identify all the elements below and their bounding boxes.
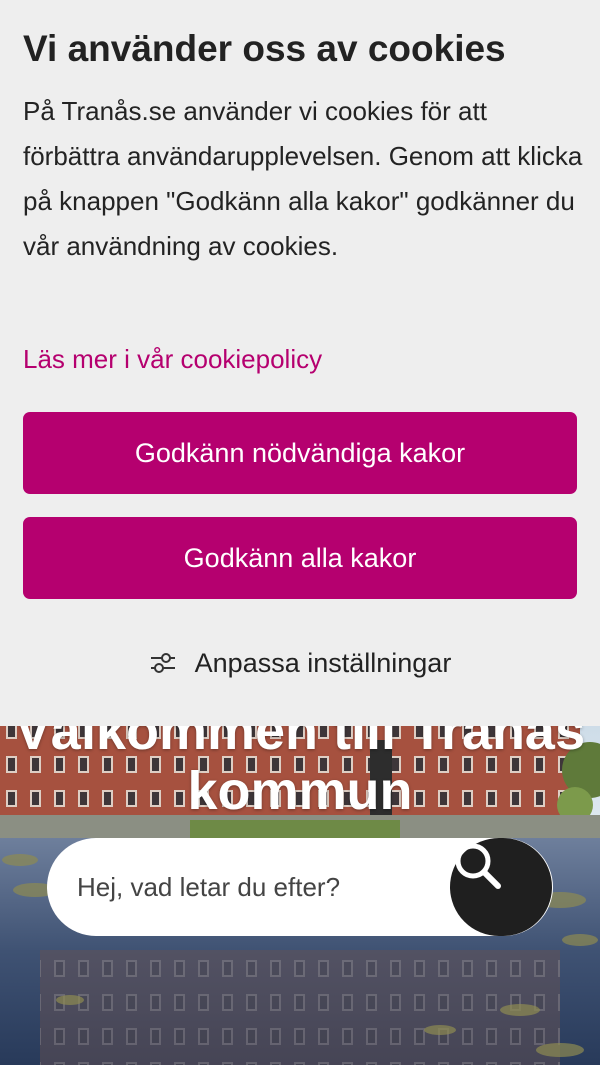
- hero-title-line2: kommun: [187, 761, 413, 821]
- accept-necessary-cookies-button[interactable]: Godkänn nödvändiga kakor: [23, 412, 577, 494]
- cookie-title: Vi använder oss av cookies: [23, 28, 506, 69]
- cookie-description: På Tranås.se använder vi cookies för att…: [23, 96, 583, 261]
- cookie-consent-dialog: Vi använder oss av cookies På Tranås.se …: [0, 0, 600, 726]
- search-bar: [47, 838, 553, 936]
- sliders-icon: [149, 650, 177, 676]
- customize-settings-button[interactable]: Anpassa inställningar: [0, 640, 600, 686]
- search-button[interactable]: [450, 838, 552, 936]
- cookie-policy-link[interactable]: Läs mer i vår cookiepolicy: [23, 337, 322, 381]
- search-input[interactable]: [77, 862, 437, 912]
- customize-settings-label: Anpassa inställningar: [194, 647, 452, 678]
- accept-all-cookies-button[interactable]: Godkänn alla kakor: [23, 517, 577, 599]
